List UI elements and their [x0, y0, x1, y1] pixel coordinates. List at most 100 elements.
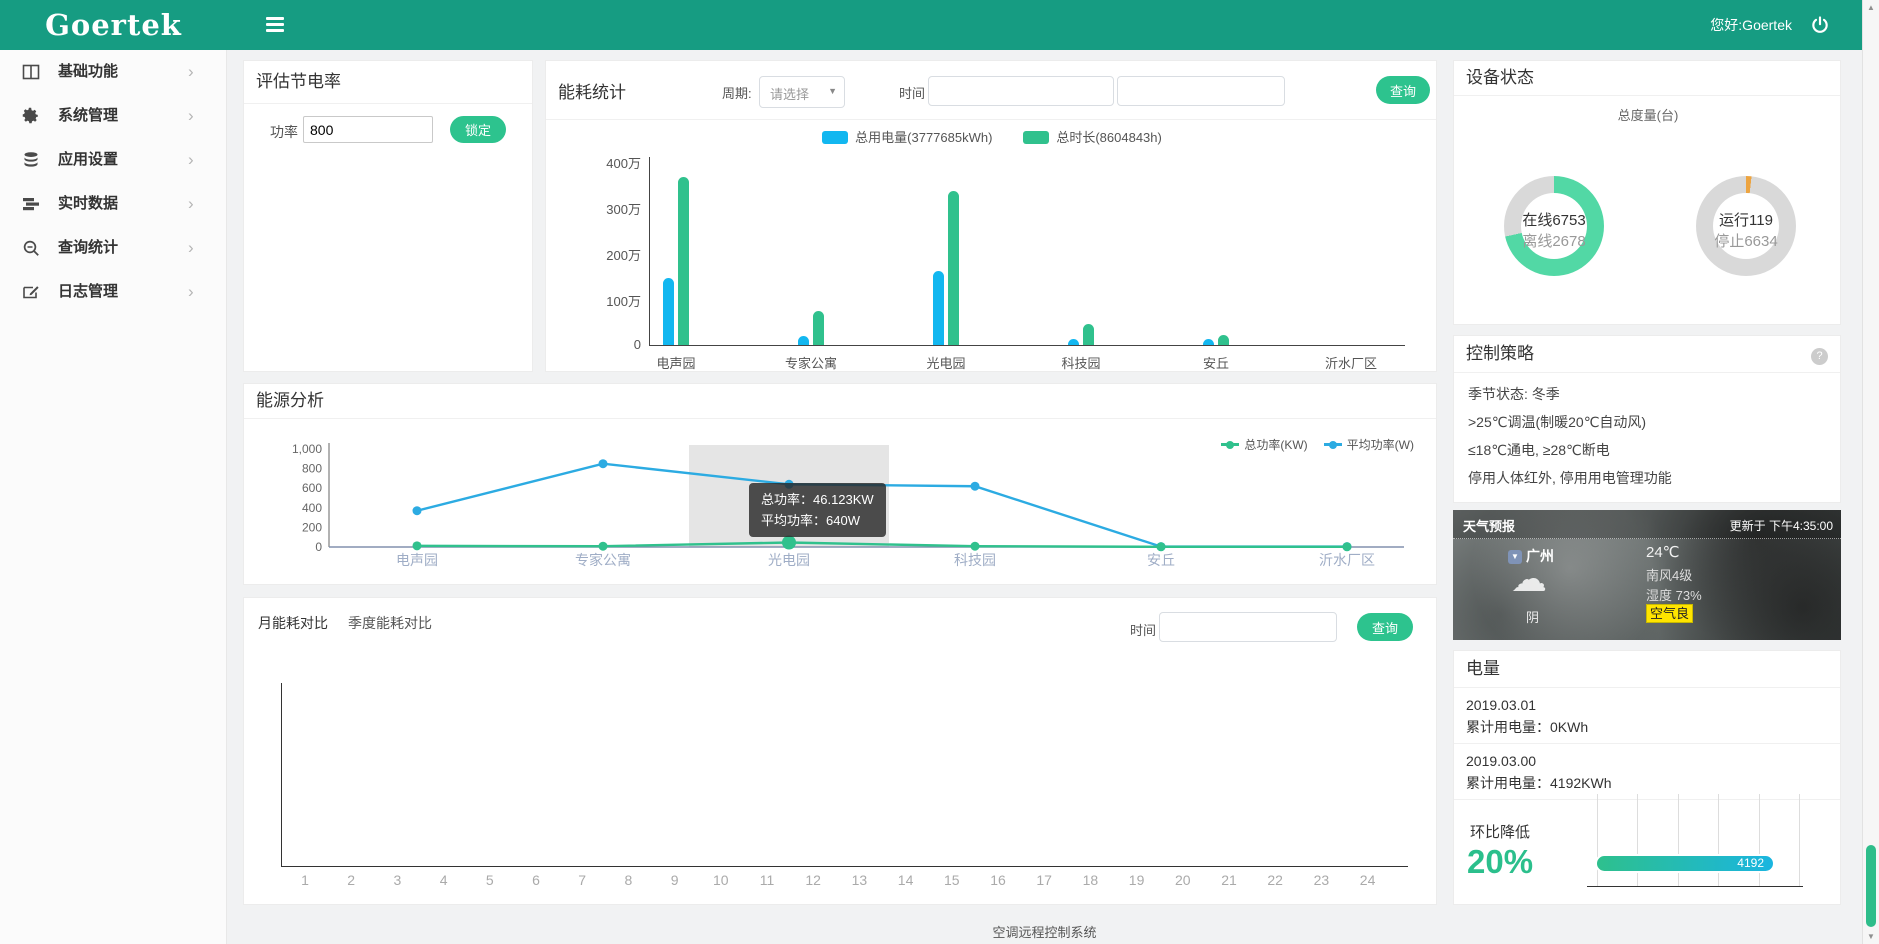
weather-condition: 阴 — [1526, 607, 1539, 626]
x-category-label: 科技园 — [1036, 353, 1126, 372]
sidebar-item-1[interactable]: 基础功能› — [0, 50, 226, 94]
compare-x-label: 4 — [429, 872, 459, 888]
hamburger-menu-icon[interactable] — [266, 17, 286, 33]
compare-x-label: 7 — [567, 872, 597, 888]
gear-icon — [22, 107, 40, 125]
compare-x-label: 10 — [706, 872, 736, 888]
scroll-up-icon[interactable]: ▲ — [1863, 3, 1879, 12]
bar-hours — [813, 311, 824, 346]
strategy-line: ≤18℃通电, ≥28℃断电 — [1468, 440, 1610, 460]
weather-updated: 更新于 下午4:35:00 — [1730, 517, 1833, 534]
power-label: 功率 — [270, 122, 298, 142]
search-icon — [22, 239, 40, 257]
panel-title: 设备状态 — [1454, 61, 1840, 96]
help-icon[interactable]: ? — [1811, 348, 1828, 365]
compare-x-label: 24 — [1353, 872, 1383, 888]
x-category-label: 专家公寓 — [766, 353, 856, 372]
sidebar-item-4[interactable]: 实时数据› — [0, 182, 226, 226]
sidebar-item-label: 应用设置 — [58, 138, 118, 182]
tab-quarterly-compare[interactable]: 季度能耗对比 — [348, 613, 432, 633]
weather-temp: 24℃ — [1646, 543, 1680, 561]
x-category-label: 电声园 — [396, 552, 438, 568]
strategy-line: 季节状态: 冬季 — [1468, 384, 1560, 404]
lock-button[interactable]: 锁定 — [450, 116, 506, 143]
mini-grid-line — [1759, 794, 1760, 886]
mini-grid-line — [1637, 794, 1638, 886]
database-icon — [22, 151, 40, 169]
sidebar-item-5[interactable]: 查询统计 › — [0, 226, 226, 270]
cloud-icon: ☁ — [1511, 558, 1547, 600]
power-icon[interactable] — [1810, 15, 1830, 35]
sidebar-item-3[interactable]: 应用设置› — [0, 138, 226, 182]
mini-bar: 4192 — [1597, 856, 1773, 871]
compare-query-button[interactable]: 查询 — [1357, 613, 1413, 641]
weather-panel: 天气预报 更新于 下午4:35:00 ▼广州 ☁ 阴 24℃ 南风4级 湿度 7… — [1453, 510, 1841, 640]
chevron-right-icon: › — [188, 50, 194, 94]
user-greeting: 您好:Goertek — [1710, 0, 1792, 50]
x-axis-line — [649, 345, 1405, 346]
compare-x-label: 2 — [336, 872, 366, 888]
x-category-label: 科技园 — [954, 552, 996, 568]
x-axis-line — [281, 866, 1408, 867]
compare-x-label: 12 — [798, 872, 828, 888]
compare-x-label: 23 — [1306, 872, 1336, 888]
eval-saving-panel: 评估节电率 功率 锁定 — [243, 60, 533, 372]
control-strategy-panel: 控制策略 ? 季节状态: 冬季 >25℃调温(制暖20℃自动风) ≤18℃通电,… — [1453, 335, 1841, 503]
tab-monthly-compare[interactable]: 月能耗对比 — [258, 613, 328, 633]
data-point — [1157, 542, 1166, 551]
data-point — [413, 541, 422, 550]
power-input[interactable] — [303, 116, 433, 143]
edit-icon — [22, 283, 40, 301]
footer-text: 空调远程控制系统 — [227, 922, 1862, 941]
bar-hours — [678, 177, 689, 345]
compare-x-label: 11 — [752, 872, 782, 888]
time-label: 时间 — [1130, 620, 1156, 639]
panel-title: 能源分析 — [244, 384, 1436, 419]
tooltip-line-1: 总功率：46.123KW — [761, 489, 874, 510]
data-point — [1343, 542, 1352, 551]
mini-grid-line — [1678, 794, 1679, 886]
panel-title: 评估节电率 — [244, 61, 532, 104]
page-scrollbar[interactable]: ▲ ▼ — [1862, 0, 1879, 944]
y-axis-line — [281, 683, 282, 866]
compare-time-input[interactable] — [1159, 612, 1337, 642]
bar-hours — [1218, 335, 1229, 345]
weather-humidity: 湿度 73% — [1646, 585, 1702, 604]
scroll-down-icon[interactable]: ▼ — [1863, 932, 1879, 941]
weather-wind: 南风4级 — [1646, 565, 1692, 584]
online-donut-text: 在线6753 离线2678 — [1484, 209, 1624, 251]
y-tick-label: 800 — [302, 462, 322, 476]
y-tick-label: 0 — [315, 540, 322, 554]
sidebar-menu: 基础功能›系统管理›应用设置›实时数据›查询统计›日志管理› — [0, 50, 226, 314]
sidebar-item-label: 查询统计 — [58, 226, 118, 270]
sidebar-item-6[interactable]: 日志管理› — [0, 270, 226, 314]
dashboard-page: Goertek 您好:Goertek 基础功能›系统管理›应用设置›实时数据›查… — [0, 0, 1879, 944]
mini-grid-line — [1597, 794, 1598, 886]
bar-hours — [1083, 324, 1094, 345]
sidebar-item-label: 实时数据 — [58, 182, 118, 226]
x-category-label: 光电园 — [768, 552, 810, 568]
strategy-line: >25℃调温(制暖20℃自动风) — [1468, 412, 1646, 432]
data-point — [782, 535, 796, 549]
scrollbar-thumb[interactable] — [1866, 845, 1876, 927]
compare-x-label: 14 — [891, 872, 921, 888]
y-tick-label: 200 — [302, 520, 322, 534]
mini-grid-line — [1718, 794, 1719, 886]
chevron-right-icon: › — [188, 226, 194, 270]
sidebar: 基础功能›系统管理›应用设置›实时数据›查询统计›日志管理› — [0, 50, 227, 944]
device-status-panel: 设备状态 总度量(台) 在线6753 离线2678 运行119 停止6634 — [1453, 60, 1841, 325]
x-category-label: 光电园 — [901, 353, 991, 372]
bar-electricity — [663, 278, 674, 345]
compare-x-label: 16 — [983, 872, 1013, 888]
bar-hours — [948, 191, 959, 345]
sidebar-item-2[interactable]: 系统管理› — [0, 94, 226, 138]
device-subtitle: 总度量(台) — [1454, 105, 1842, 124]
sidebar-item-label: 系统管理 — [58, 94, 118, 138]
sidebar-item-label: 日志管理 — [58, 270, 118, 314]
consumption-compare-panel: 月能耗对比 季度能耗对比 时间 查询 123456789101112131415… — [243, 597, 1437, 905]
data-point — [599, 542, 608, 551]
energy-analysis-panel: 能源分析 总功率(KW) 平均功率(W) 1,0008006004002000电… — [243, 383, 1437, 585]
x-category-label: 沂水厂区 — [1319, 552, 1375, 568]
compare-x-label: 22 — [1260, 872, 1290, 888]
y-tick-label: 600 — [302, 481, 322, 495]
